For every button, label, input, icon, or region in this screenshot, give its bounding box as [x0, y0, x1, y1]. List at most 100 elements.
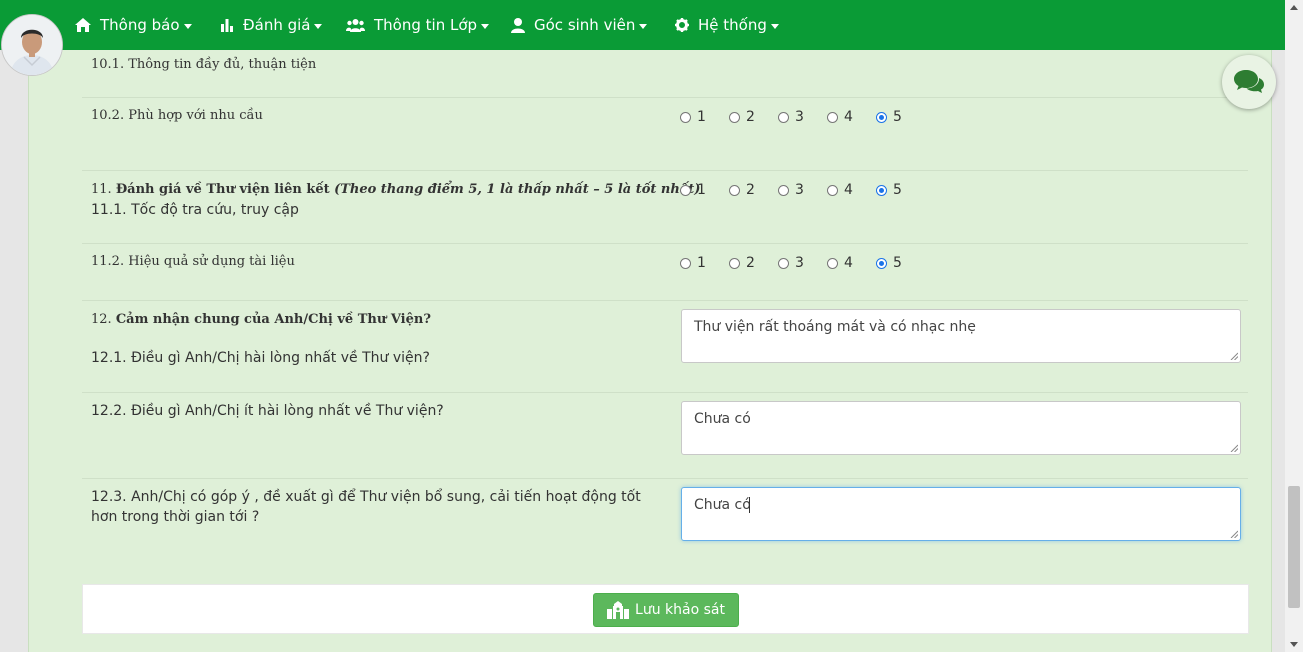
rating-label: 2	[746, 109, 755, 125]
rating-label: 3	[795, 109, 804, 125]
question-11-2: 11.2. Hiệu quả sử dụng tài liệu	[91, 254, 295, 269]
rating-option[interactable]: 4	[827, 109, 876, 125]
scroll-thumb[interactable]	[1288, 486, 1300, 608]
top-navbar: Thông báo Đánh giá Thông tin Lớp Góc sin…	[0, 0, 1285, 50]
question-12-3: 12.3. Anh/Chị có góp ý , đề xuất gì để T…	[91, 489, 641, 525]
rating-option[interactable]: 1	[680, 109, 729, 125]
textarea-value: Chưa có	[694, 497, 751, 513]
chat-button[interactable]	[1222, 55, 1276, 109]
rating-label: 2	[746, 255, 755, 271]
radio-button-selected[interactable]	[876, 111, 887, 123]
rating-label: 2	[746, 182, 755, 198]
scroll-down-icon[interactable]	[1290, 642, 1298, 647]
rating-label: 1	[697, 255, 706, 271]
rating-label: 4	[844, 182, 853, 198]
rating-label: 5	[893, 255, 902, 271]
vertical-scrollbar[interactable]	[1285, 0, 1303, 652]
divider	[82, 170, 1248, 171]
question-12-2: 12.2. Điều gì Anh/Chị ít hài lòng nhất v…	[91, 403, 444, 419]
nav-he-thong[interactable]: Hệ thống	[675, 0, 779, 50]
rating-option[interactable]: 5	[876, 109, 925, 125]
textarea-value: Chưa có	[694, 411, 751, 427]
divider	[82, 478, 1248, 479]
rating-11-1: 1 2 3 4 5	[680, 182, 925, 198]
gear-icon	[675, 18, 689, 32]
question-10-1: 10.1. Thông tin đầy đủ, thuận tiện	[91, 57, 317, 72]
radio-button[interactable]	[827, 184, 838, 196]
save-label: Lưu khảo sát	[635, 602, 725, 618]
rating-option[interactable]: 4	[827, 182, 876, 198]
radio-button[interactable]	[680, 184, 691, 196]
nav-label: Hệ thống	[698, 16, 767, 34]
question-number: 12.	[91, 312, 116, 327]
question-11-1: 11.1. Tốc độ tra cứu, truy cập	[91, 202, 299, 218]
rating-label: 1	[697, 109, 706, 125]
rating-option[interactable]: 2	[729, 182, 778, 198]
radio-button[interactable]	[680, 111, 691, 123]
rating-option[interactable]: 3	[778, 255, 827, 271]
question-12: 12. Cảm nhận chung của Anh/Chị về Thư Vi…	[91, 309, 431, 330]
radio-button[interactable]	[729, 111, 740, 123]
nav-label: Đánh giá	[243, 16, 311, 34]
rating-option[interactable]: 5	[876, 182, 925, 198]
rating-label: 3	[795, 182, 804, 198]
nav-thong-tin-lop[interactable]: Thông tin Lớp	[346, 0, 490, 50]
caret-down-icon	[481, 23, 490, 29]
nav-label: Thông báo	[100, 16, 180, 34]
question-11-note: (Theo thang điểm 5, 1 là thấp nhất – 5 l…	[334, 182, 701, 197]
scroll-up-icon[interactable]	[1290, 5, 1298, 10]
radio-button[interactable]	[778, 184, 789, 196]
rating-label: 3	[795, 255, 804, 271]
home-icon	[75, 18, 91, 32]
save-survey-button[interactable]: Lưu khảo sát	[593, 593, 739, 627]
rating-label: 5	[893, 109, 902, 125]
answer-12-3-textarea[interactable]: Chưa có	[681, 487, 1241, 541]
radio-button[interactable]	[729, 184, 740, 196]
nav-goc-sinh-vien[interactable]: Góc sinh viên	[511, 0, 648, 50]
question-11-title: Đánh giá về Thư viện liên kết	[115, 182, 330, 197]
radio-button-selected[interactable]	[876, 184, 887, 196]
rating-option[interactable]: 2	[729, 255, 778, 271]
school-icon	[607, 601, 630, 619]
text-cursor	[748, 497, 750, 513]
radio-button-selected[interactable]	[876, 257, 887, 269]
nav-label: Góc sinh viên	[534, 16, 636, 34]
resize-handle-icon[interactable]	[1230, 352, 1238, 360]
nav-thong-bao[interactable]: Thông báo	[75, 0, 192, 50]
rating-option[interactable]: 5	[876, 255, 925, 271]
rating-option[interactable]: 2	[729, 109, 778, 125]
caret-down-icon	[314, 23, 323, 29]
rating-option[interactable]: 4	[827, 255, 876, 271]
bar-chart-icon	[221, 19, 233, 32]
chat-icon	[1234, 70, 1264, 93]
textarea-value: Thư viện rất thoáng mát và có nhạc nhẹ	[694, 319, 976, 335]
nav-label: Thông tin Lớp	[374, 16, 478, 34]
radio-button[interactable]	[778, 111, 789, 123]
rating-option[interactable]: 1	[680, 255, 729, 271]
nav-danh-gia[interactable]: Đánh giá	[220, 0, 323, 50]
rating-label: 5	[893, 182, 902, 198]
resize-handle-icon[interactable]	[1230, 530, 1238, 538]
question-12-1: 12.1. Điều gì Anh/Chị hài lòng nhất về T…	[91, 350, 430, 366]
resize-handle-icon[interactable]	[1230, 444, 1238, 452]
rating-option[interactable]: 3	[778, 109, 827, 125]
caret-down-icon	[770, 23, 779, 29]
question-10-2: 10.2. Phù hợp với nhu cầu	[91, 108, 263, 123]
rating-label: 1	[697, 182, 706, 198]
users-icon	[346, 19, 365, 32]
rating-10-2: 1 2 3 4 5	[680, 109, 925, 125]
radio-button[interactable]	[827, 111, 838, 123]
answer-12-2-textarea[interactable]: Chưa có	[681, 401, 1241, 455]
rating-label: 4	[844, 109, 853, 125]
rating-option[interactable]: 1	[680, 182, 729, 198]
rating-option[interactable]: 3	[778, 182, 827, 198]
radio-button[interactable]	[827, 257, 838, 269]
radio-button[interactable]	[680, 257, 691, 269]
avatar-photo	[2, 15, 62, 75]
radio-button[interactable]	[729, 257, 740, 269]
avatar[interactable]	[1, 14, 63, 76]
rating-11-2: 1 2 3 4 5	[680, 255, 925, 271]
radio-button[interactable]	[778, 257, 789, 269]
divider	[82, 243, 1248, 244]
answer-12-1-textarea[interactable]: Thư viện rất thoáng mát và có nhạc nhẹ	[681, 309, 1241, 363]
